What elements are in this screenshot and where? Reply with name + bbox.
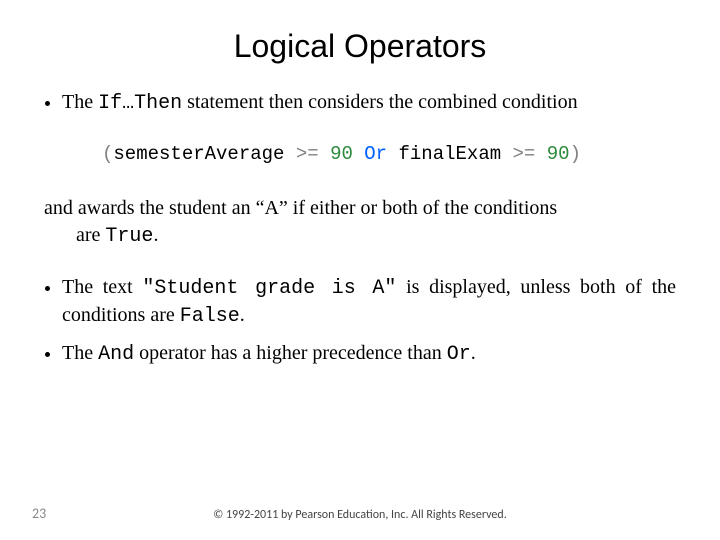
text: The [62, 342, 98, 364]
text: operator has a higher precedence than [134, 342, 447, 364]
bullet-item-1: The If…Then statement then considers the… [62, 89, 676, 117]
code-keyword-or: Or [364, 143, 398, 165]
paragraph: and awards the student an “A” if either … [44, 195, 676, 250]
copyright-footer: © 1992-2011 by Pearson Education, Inc. A… [0, 508, 720, 522]
inline-code: "Student grade is A" [142, 277, 396, 300]
inline-code: If…Then [98, 92, 182, 115]
code-number: 90 [547, 143, 570, 165]
text: . [471, 342, 476, 364]
paren-close: ) [570, 143, 581, 165]
text: are [76, 224, 105, 246]
paren-open: ( [102, 143, 113, 165]
slide-title: Logical Operators [44, 28, 676, 65]
inline-code: And [98, 343, 134, 366]
code-op: >= [513, 143, 547, 165]
inline-code: False [180, 305, 240, 328]
text: . [153, 224, 158, 246]
text: The [62, 91, 98, 113]
bullet-item-2: The text "Student grade is A" is display… [62, 274, 676, 330]
code-expression: (semesterAverage >= 90 Or finalExam >= 9… [102, 143, 676, 165]
text: . [240, 304, 245, 326]
code-op: >= [296, 143, 330, 165]
bullet-item-3: The And operator has a higher precedence… [62, 340, 676, 368]
text: and awards the student an “A” if either … [44, 197, 557, 219]
inline-code: True [105, 225, 153, 248]
text: The text [62, 276, 142, 298]
inline-code: Or [447, 343, 471, 366]
text: statement then considers the combined co… [182, 91, 577, 113]
bullet-list-1: The If…Then statement then considers the… [44, 89, 676, 117]
code-ident: semesterAverage [113, 143, 295, 165]
slide: Logical Operators The If…Then statement … [0, 0, 720, 540]
code-number: 90 [330, 143, 364, 165]
code-ident: finalExam [399, 143, 513, 165]
bullet-list-2: The text "Student grade is A" is display… [44, 274, 676, 368]
